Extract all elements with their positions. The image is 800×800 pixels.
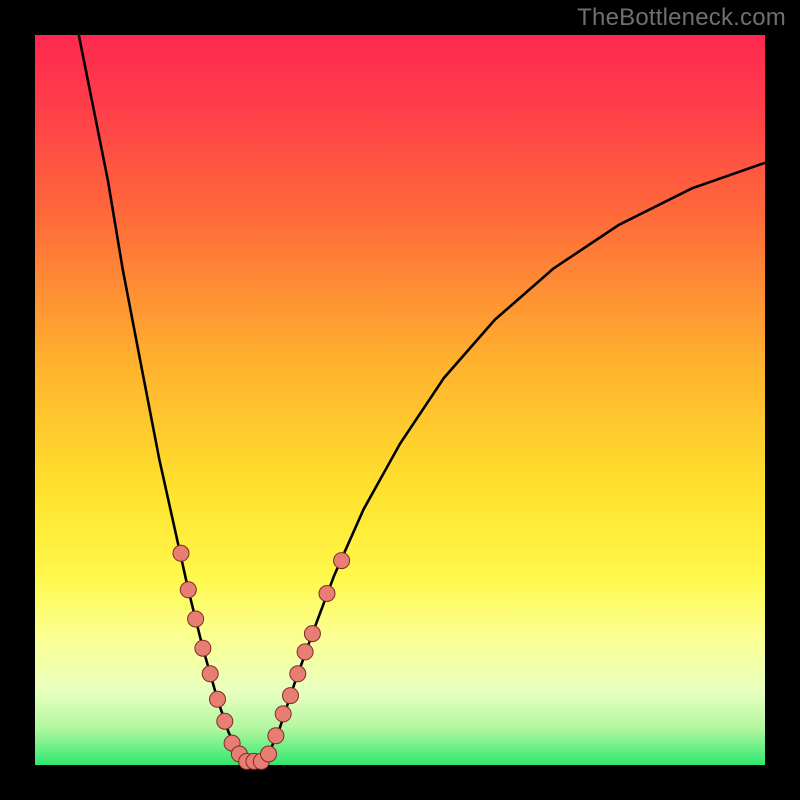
data-dot: [283, 688, 299, 704]
data-dot: [319, 586, 335, 602]
data-dot: [290, 666, 306, 682]
chart-svg: [35, 35, 765, 765]
data-dot: [210, 691, 226, 707]
data-dot: [268, 728, 284, 744]
bottleneck-curve: [79, 35, 765, 761]
data-dot: [195, 640, 211, 656]
data-dot: [261, 746, 277, 762]
plot-area: [35, 35, 765, 765]
data-dot: [297, 644, 313, 660]
data-dot: [304, 626, 320, 642]
data-dot: [275, 706, 291, 722]
data-dot: [217, 713, 233, 729]
data-dot: [334, 553, 350, 569]
watermark-text: TheBottleneck.com: [577, 4, 786, 32]
data-dots: [173, 545, 350, 769]
chart-frame: TheBottleneck.com: [0, 0, 800, 800]
data-dot: [180, 582, 196, 598]
data-dot: [173, 545, 189, 561]
data-dot: [188, 611, 204, 627]
data-dot: [202, 666, 218, 682]
